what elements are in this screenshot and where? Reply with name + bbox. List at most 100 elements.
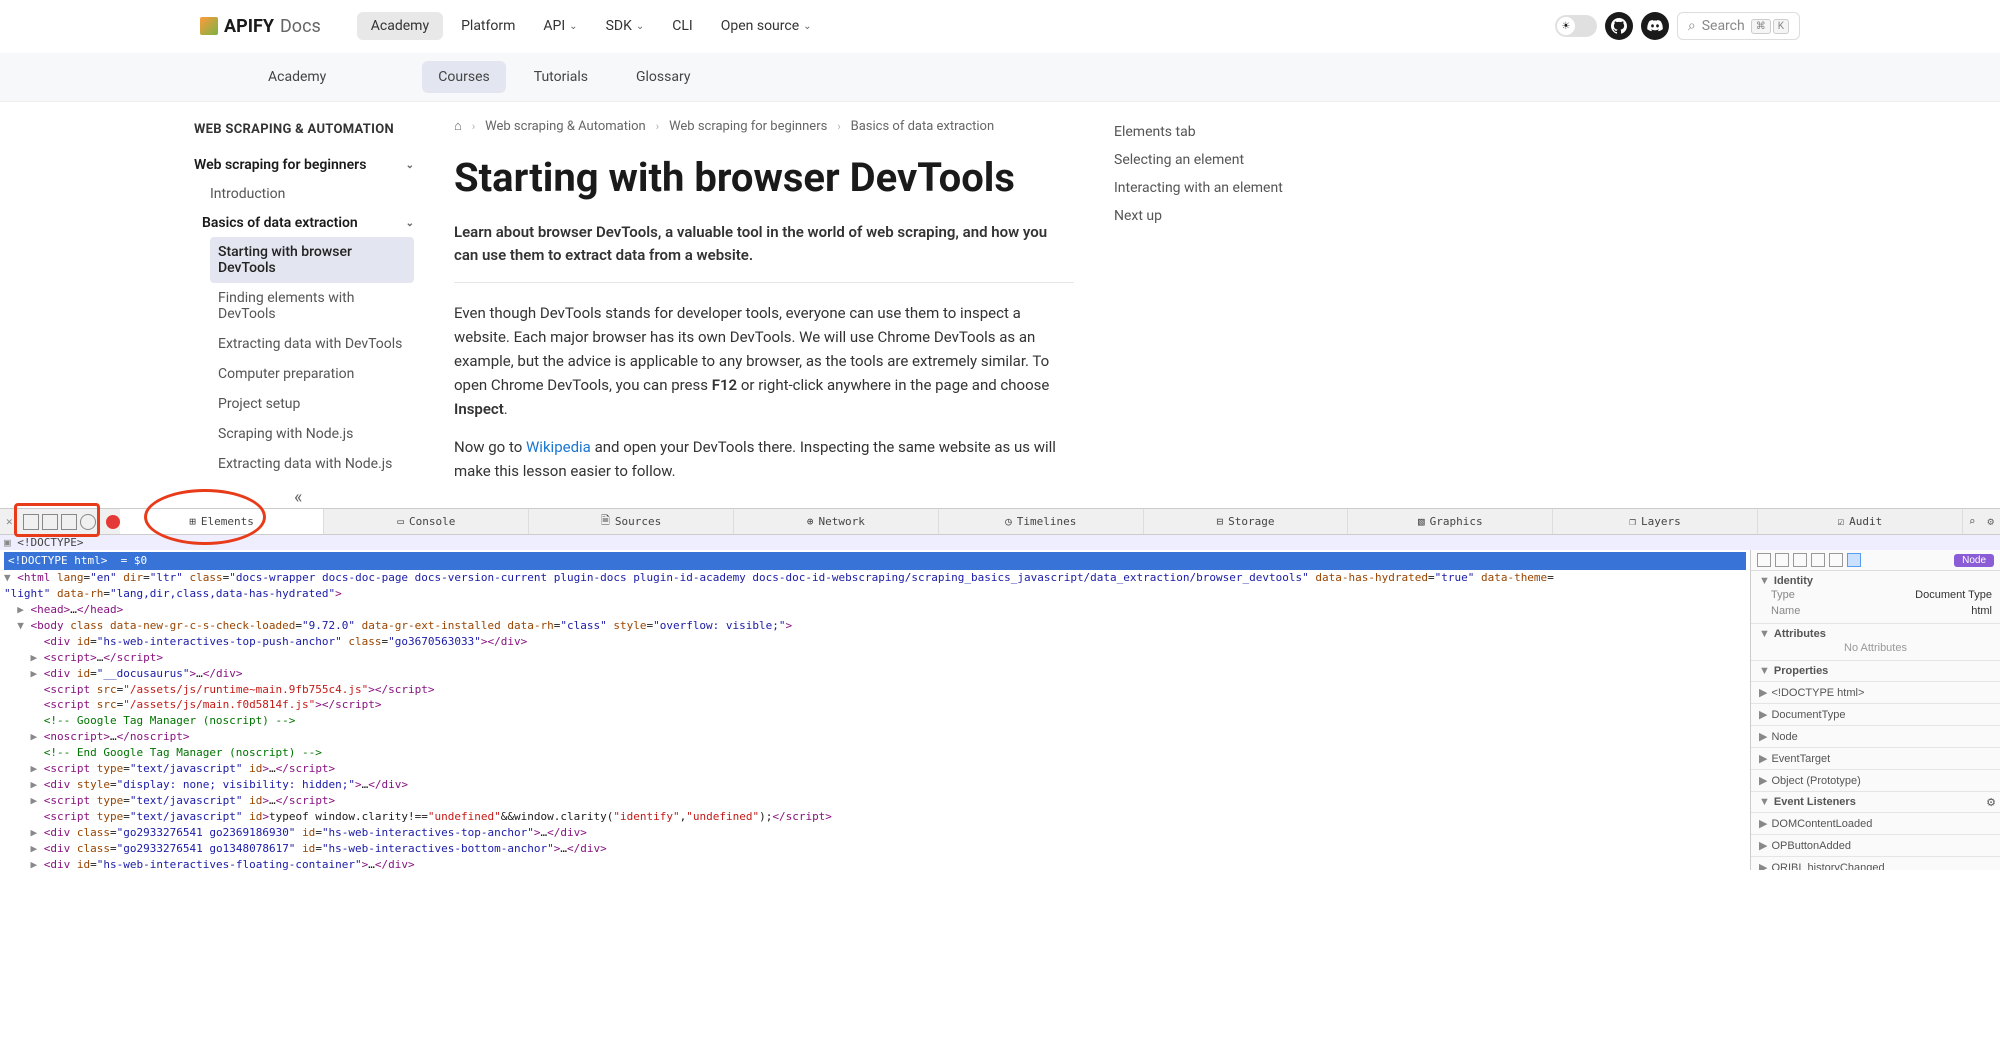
dock-bottom-icon[interactable] <box>61 514 77 530</box>
target-icon[interactable] <box>80 514 96 530</box>
theme-toggle[interactable]: ☀ <box>1555 15 1597 37</box>
subnav-glossary[interactable]: Glossary <box>616 53 710 101</box>
article-p2: Now go to Wikipedia and open your DevToo… <box>454 435 1074 483</box>
chevron-down-icon: ⌄ <box>406 218 414 229</box>
wikipedia-link[interactable]: Wikipedia <box>526 438 591 456</box>
devtools-tab-sources[interactable]: 🗎Sources <box>529 509 734 534</box>
toc-elements-tab[interactable]: Elements tab <box>1114 118 1314 146</box>
apify-logo-icon <box>200 17 218 35</box>
sidebar-item-prep[interactable]: Computer preparation <box>210 359 414 389</box>
devtools-tabbar: ✕ ⊞Elements ▭Console 🗎Sources ⊕Network ◷… <box>0 509 2000 535</box>
chevron-down-icon: ⌄ <box>569 21 577 32</box>
storage-icon: ⊟ <box>1217 515 1224 528</box>
error-indicator-icon[interactable] <box>106 515 120 529</box>
timelines-icon: ◷ <box>1005 515 1012 528</box>
gear-icon[interactable]: ⚙ <box>1986 796 1996 809</box>
nav-sdk[interactable]: SDK⌄ <box>596 12 655 40</box>
devtools-tab-timelines[interactable]: ◷Timelines <box>939 509 1144 534</box>
toc-nextup[interactable]: Next up <box>1114 202 1314 230</box>
devtools-tab-storage[interactable]: ⊟Storage <box>1144 509 1349 534</box>
devtools-tab-layers[interactable]: ❐Layers <box>1553 509 1758 534</box>
node-tab-icon[interactable] <box>1847 553 1861 567</box>
article-p1: Even though DevTools stands for develope… <box>454 301 1074 421</box>
devtools-panel: ✕ ⊞Elements ▭Console 🗎Sources ⊕Network ◷… <box>0 508 2000 870</box>
toc-selecting[interactable]: Selecting an element <box>1114 146 1314 174</box>
chevron-down-icon: ⌄ <box>803 21 811 32</box>
prop-eventtarget[interactable]: ▶EventTarget <box>1751 748 2000 770</box>
console-icon: ▭ <box>397 515 404 528</box>
print-icon[interactable] <box>1775 553 1789 567</box>
inspector-identity[interactable]: ▼Identity TypeDocument Type Namehtml <box>1751 571 2000 624</box>
devtools-tab-console[interactable]: ▭Console <box>324 509 529 534</box>
dom-tree[interactable]: <!DOCTYPE html> = $0 ▼ <html lang="en" d… <box>0 550 1750 870</box>
search-input[interactable]: ⌕ Search ⌘K <box>1677 12 1800 40</box>
prop-doctype[interactable]: ▶<!DOCTYPE html> <box>1751 682 2000 704</box>
dock-left-icon[interactable] <box>23 514 39 530</box>
sidebar-item-finding[interactable]: Finding elements with DevTools <box>210 283 414 329</box>
dom-selected-node[interactable]: <!DOCTYPE html> = $0 <box>4 552 1746 570</box>
sidebar-section-title: WEB SCRAPING & AUTOMATION <box>194 122 414 137</box>
page-title: Starting with browser DevTools <box>454 154 1074 201</box>
search-shortcut: ⌘K <box>1751 19 1789 34</box>
inspector-attributes[interactable]: ▼Attributes No Attributes <box>1751 624 2000 661</box>
sidebar-group[interactable]: Web scraping for beginners⌄ <box>194 151 414 179</box>
chevron-down-icon: ⌄ <box>636 21 644 32</box>
sidebar-item-introduction[interactable]: Introduction <box>202 179 414 209</box>
sidebar-item-scraping[interactable]: Scraping with Node.js <box>210 419 414 449</box>
subnav-courses[interactable]: Courses <box>422 61 505 93</box>
subnav-academy[interactable]: Academy <box>248 53 346 101</box>
subnav-tutorials[interactable]: Tutorials <box>514 53 608 101</box>
inspector-properties[interactable]: ▼Properties <box>1751 661 2000 682</box>
event-opbuttonadded[interactable]: ▶OPButtonAdded <box>1751 835 2000 857</box>
discord-icon[interactable] <box>1641 12 1669 40</box>
devtools-body: <!DOCTYPE html> = $0 ▼ <html lang="en" d… <box>0 550 2000 870</box>
home-icon[interactable]: ⌂ <box>454 118 462 134</box>
prop-documenttype[interactable]: ▶DocumentType <box>1751 704 2000 726</box>
devtools-tab-graphics[interactable]: ▧Graphics <box>1348 509 1553 534</box>
close-icon[interactable]: ✕ <box>0 515 19 528</box>
grid-icon[interactable] <box>1793 553 1807 567</box>
layout-icon[interactable] <box>1757 553 1771 567</box>
settings-gear-icon[interactable]: ⚙ <box>1981 515 2000 528</box>
graphics-icon: ▧ <box>1418 515 1425 528</box>
sidebar-item-extracting[interactable]: Extracting data with DevTools <box>210 329 414 359</box>
nav-api[interactable]: API⌄ <box>533 12 587 40</box>
sidebar-item-starting-devtools[interactable]: Starting with browser DevTools <box>210 237 414 283</box>
divider <box>454 282 1074 283</box>
dom-breadcrumb[interactable]: ▣ <!DOCTYPE> <box>0 535 2000 550</box>
elements-icon: ⊞ <box>189 515 196 528</box>
sidebar-item-setup[interactable]: Project setup <box>210 389 414 419</box>
nav-academy[interactable]: Academy <box>357 12 443 40</box>
search-icon[interactable]: ⌕ <box>1963 515 1982 528</box>
event-domcontentloaded[interactable]: ▶DOMContentLoaded <box>1751 813 2000 835</box>
article-main: ⌂› Web scraping & Automation› Web scrapi… <box>454 102 1074 508</box>
logo[interactable]: APIFY Docs <box>200 16 321 37</box>
crumb-2[interactable]: Web scraping for beginners <box>669 119 827 134</box>
crumb-3[interactable]: Basics of data extraction <box>851 119 995 134</box>
prop-node[interactable]: ▶Node <box>1751 726 2000 748</box>
crumb-1[interactable]: Web scraping & Automation <box>485 119 646 134</box>
edit-icon[interactable] <box>1829 553 1843 567</box>
layers-icon: ❐ <box>1629 515 1636 528</box>
inspector-event-listeners[interactable]: ▼Event Listeners⚙ <box>1751 792 2000 813</box>
event-oribi[interactable]: ▶ORIBI_historyChanged <box>1751 857 2000 870</box>
no-attributes-label: No Attributes <box>1759 640 1992 656</box>
sidebar-collapse-button[interactable]: « <box>294 487 414 508</box>
breadcrumb: ⌂› Web scraping & Automation› Web scrapi… <box>454 118 1074 134</box>
prop-object[interactable]: ▶Object (Prototype) <box>1751 770 2000 792</box>
sidebar-item-extractnode[interactable]: Extracting data with Node.js <box>210 449 414 479</box>
nav-platform[interactable]: Platform <box>451 12 525 40</box>
devtools-tab-network[interactable]: ⊕Network <box>734 509 939 534</box>
devtools-layout-icons <box>19 514 100 530</box>
nav-cli[interactable]: CLI <box>662 12 702 40</box>
nav-opensource[interactable]: Open source⌄ <box>711 12 822 40</box>
devtools-tab-elements[interactable]: ⊞Elements <box>120 509 325 534</box>
brand-suffix: Docs <box>280 16 321 37</box>
box-icon[interactable] <box>1811 553 1825 567</box>
toc-interacting[interactable]: Interacting with an element <box>1114 174 1314 202</box>
dock-right-icon[interactable] <box>42 514 58 530</box>
devtools-tab-audit[interactable]: ☑Audit <box>1758 509 1963 534</box>
github-icon[interactable] <box>1605 12 1633 40</box>
sidebar: WEB SCRAPING & AUTOMATION Web scraping f… <box>194 102 414 508</box>
sidebar-item-basics[interactable]: Basics of data extraction⌄ <box>202 209 414 237</box>
